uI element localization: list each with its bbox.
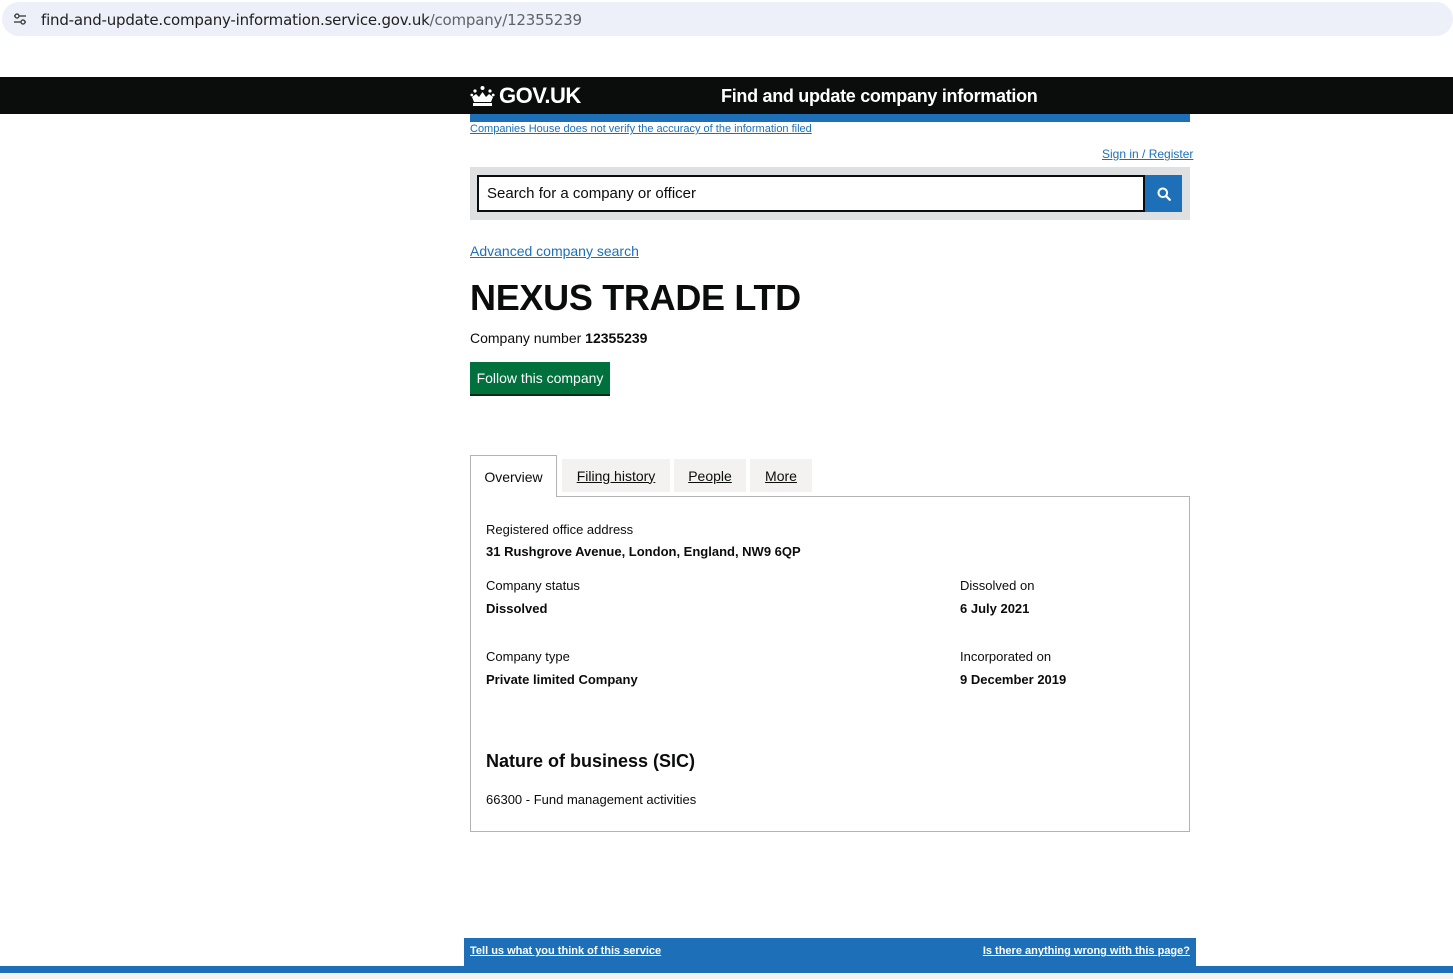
tab-overview-label: Overview	[484, 468, 543, 485]
search-bar	[470, 167, 1190, 220]
url-host: find-and-update.company-information.serv…	[41, 11, 430, 29]
tab-people[interactable]: People	[674, 459, 746, 492]
dissolved-label: Dissolved on	[960, 578, 1035, 593]
advanced-search-link[interactable]: Advanced company search	[470, 243, 639, 259]
url-path: /company/12355239	[429, 11, 582, 29]
signin-register-link[interactable]: Sign in / Register	[1102, 147, 1193, 161]
overview-panel: Registered office address 31 Rushgrove A…	[470, 496, 1190, 832]
search-input[interactable]	[477, 175, 1145, 212]
incorporated-value: 9 December 2019	[960, 672, 1067, 687]
search-icon	[1157, 187, 1171, 201]
tab-filing-history-label: Filing history	[576, 467, 656, 484]
disclaimer-link[interactable]: Companies House does not verify the accu…	[470, 123, 812, 135]
company-number-label: Company number	[470, 330, 582, 346]
tab-more-label: More	[765, 467, 797, 484]
address-value: 31 Rushgrove Avenue, London, England, NW…	[486, 544, 801, 559]
sic-heading: Nature of business (SIC)	[486, 751, 696, 771]
status-label: Company status	[486, 578, 580, 593]
type-label: Company type	[486, 649, 570, 664]
gov-header: GOV.UK Find and update company informati…	[0, 77, 1453, 114]
govuk-logo-link[interactable]: GOV.UK	[470, 83, 581, 109]
follow-company-button[interactable]: Follow this company	[470, 362, 610, 394]
sic-item: 66300 - Fund management activities	[486, 792, 697, 807]
url-text[interactable]: find-and-update.company-information.serv…	[41, 11, 582, 29]
status-value: Dissolved	[486, 601, 548, 616]
feedback-link[interactable]: Tell us what you think of this service	[470, 945, 661, 957]
company-name: NEXUS TRADE LTD	[470, 277, 801, 318]
type-value: Private limited Company	[486, 672, 638, 687]
govuk-logo-text: GOV.UK	[499, 83, 581, 108]
service-name-link[interactable]: Find and update company information	[721, 86, 1038, 107]
search-button[interactable]	[1145, 175, 1182, 212]
dissolved-value: 6 July 2021	[960, 601, 1030, 616]
company-number-value: 12355239	[585, 330, 648, 346]
browser-address-bar: find-and-update.company-information.serv…	[0, 0, 1453, 38]
url-field[interactable]: find-and-update.company-information.serv…	[2, 2, 1453, 36]
header-blue-rule	[470, 114, 1190, 122]
address-label: Registered office address	[486, 522, 634, 537]
tab-more[interactable]: More	[750, 459, 812, 492]
crown-icon	[470, 86, 495, 106]
report-problem-link[interactable]: Is there anything wrong with this page?	[983, 945, 1190, 957]
company-number: Company number 12355239	[470, 330, 647, 346]
footer-background	[0, 973, 1453, 979]
feedback-bar: Tell us what you think of this service I…	[464, 938, 1196, 966]
tab-filing-history[interactable]: Filing history	[562, 459, 670, 492]
tab-overview[interactable]: Overview	[470, 455, 557, 497]
site-settings-icon[interactable]	[13, 12, 27, 26]
incorporated-label: Incorporated on	[960, 649, 1052, 664]
tab-people-label: People	[688, 467, 732, 484]
